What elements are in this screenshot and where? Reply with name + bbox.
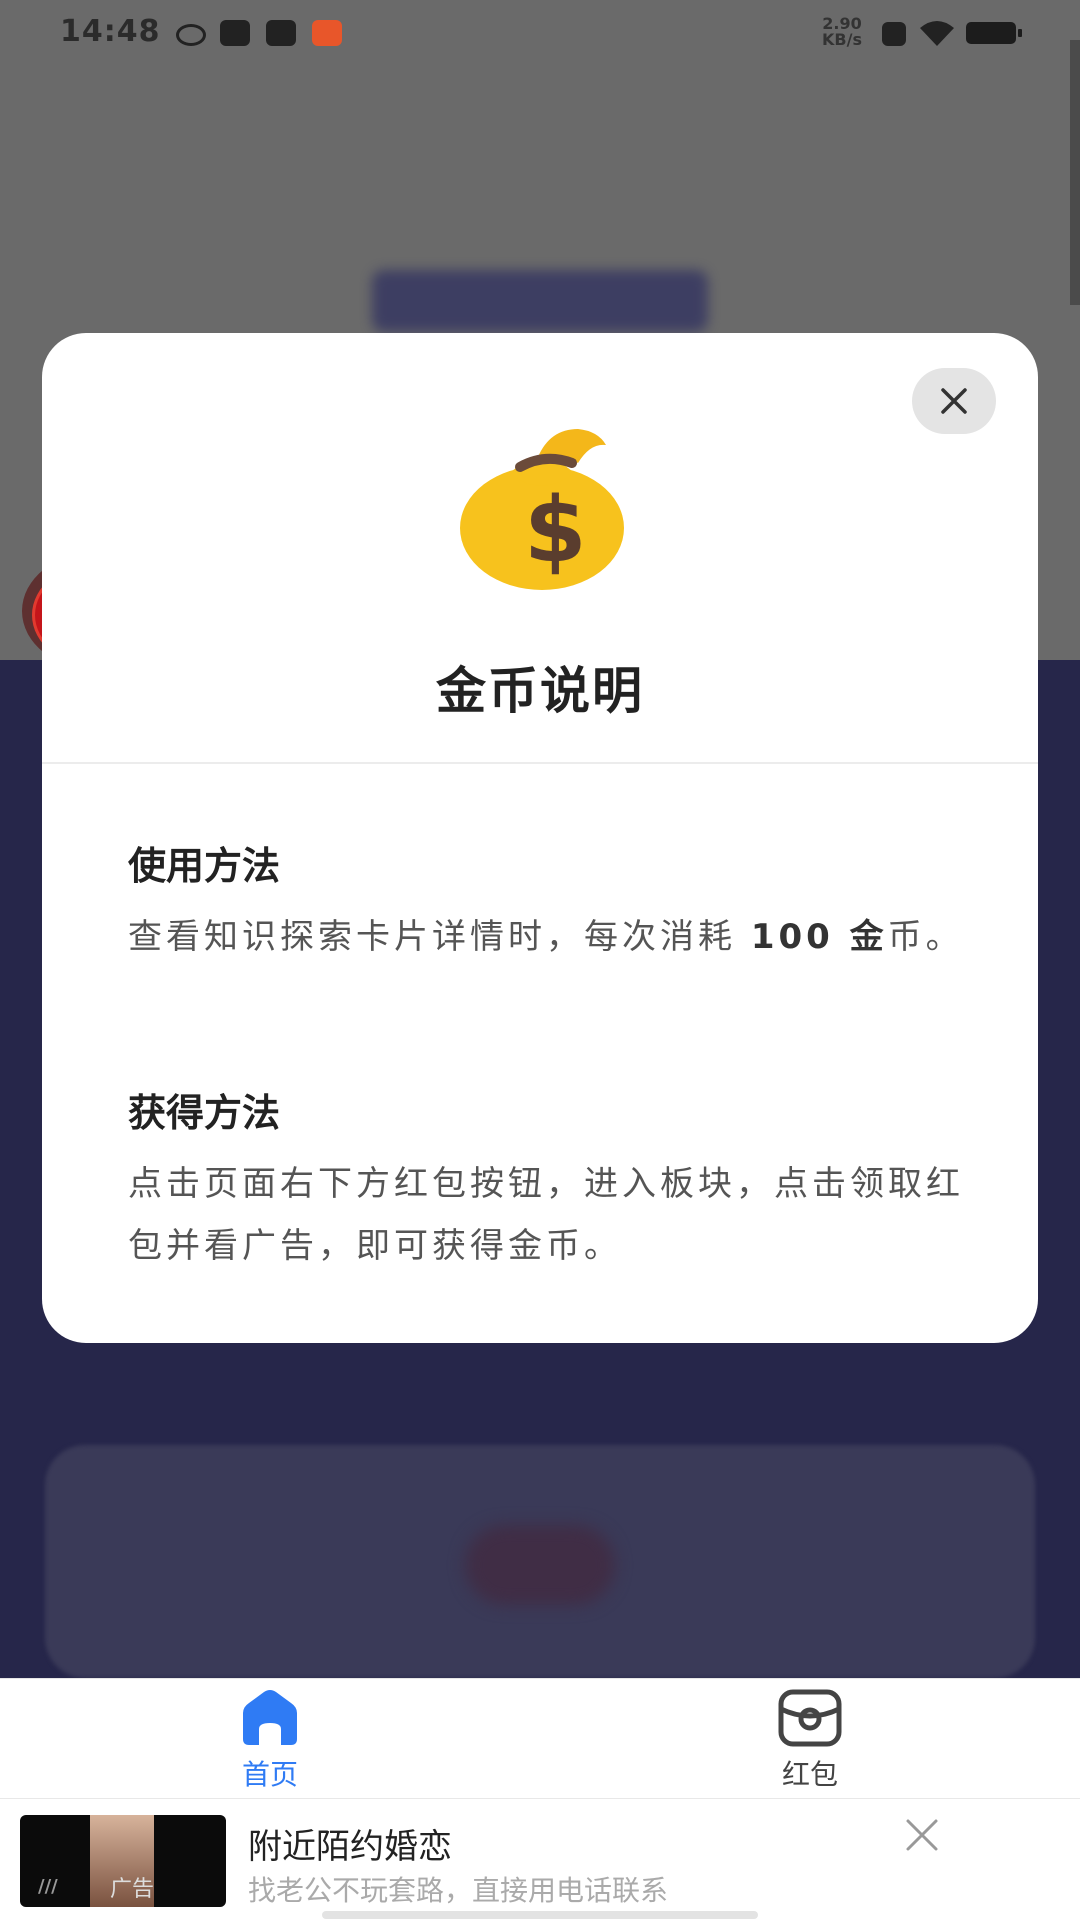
status-time: 14:48 xyxy=(60,14,161,49)
coin-explanation-dialog: $ 金币说明 使用方法 查看知识探索卡片详情时，每次消耗 100 金币。 获得方… xyxy=(42,333,1038,1343)
close-button[interactable] xyxy=(912,368,996,434)
network-speed-unit: KB/s xyxy=(822,30,862,49)
ad-tag: 广告 xyxy=(110,1877,155,1902)
battery-icon xyxy=(966,22,1022,44)
tab-home-label: 首页 xyxy=(241,1758,298,1791)
app-notification-icon xyxy=(176,24,206,46)
usage-text-before: 查看知识探索卡片详情时，每次消耗 xyxy=(128,917,751,957)
home-icon xyxy=(243,1690,297,1745)
ad-subtitle: 找老公不玩套路，直接用电话联系 xyxy=(248,1874,669,1907)
tab-red-packet[interactable]: 红包 xyxy=(710,1689,910,1793)
dialog-title: 金币说明 xyxy=(436,662,644,720)
bottom-navigation: 首页 红包 xyxy=(0,1678,1080,1799)
background-card-badge xyxy=(465,1525,615,1605)
sim-off-icon xyxy=(882,22,906,46)
usage-heading: 使用方法 xyxy=(128,844,281,888)
divider xyxy=(42,762,1038,764)
usage-text: 查看知识探索卡片详情时，每次消耗 100 金币。 xyxy=(128,906,964,968)
shopping-notification-icon xyxy=(312,20,342,46)
ad-banner[interactable]: /// 广告 附近陌约婚恋 找老公不玩套路，直接用电话联系 xyxy=(0,1798,1080,1921)
ad-thumbnail[interactable]: /// 广告 xyxy=(20,1815,226,1907)
ad-logo-icon: /// xyxy=(38,1876,58,1897)
wifi-icon xyxy=(920,21,954,46)
usage-text-bold: 100 金 xyxy=(750,917,888,957)
red-packet-icon xyxy=(778,1689,842,1747)
network-speed: 2.90 KB/s xyxy=(822,16,862,48)
money-bag-icon: $ xyxy=(460,429,624,590)
mail-notification-icon xyxy=(220,20,250,46)
background-title-blurred xyxy=(372,270,708,332)
home-indicator xyxy=(322,1911,758,1919)
ad-title[interactable]: 附近陌约婚恋 xyxy=(248,1819,452,1868)
tab-home[interactable]: 首页 xyxy=(170,1689,370,1793)
status-bar: 14:48 2.90 KB/s xyxy=(0,0,1080,66)
earn-text: 点击页面右下方红包按钮，进入板块，点击领取红包并看广告，即可获得金币。 xyxy=(128,1164,964,1266)
earn-heading: 获得方法 xyxy=(128,1091,281,1135)
close-icon xyxy=(941,388,967,414)
tab-red-packet-label: 红包 xyxy=(781,1758,838,1791)
scrollbar xyxy=(1070,40,1080,305)
ad-close-icon[interactable] xyxy=(900,1813,944,1857)
tiktok-notification-icon xyxy=(266,20,296,46)
usage-text-after: 币。 xyxy=(887,917,964,957)
svg-text:$: $ xyxy=(524,478,587,583)
